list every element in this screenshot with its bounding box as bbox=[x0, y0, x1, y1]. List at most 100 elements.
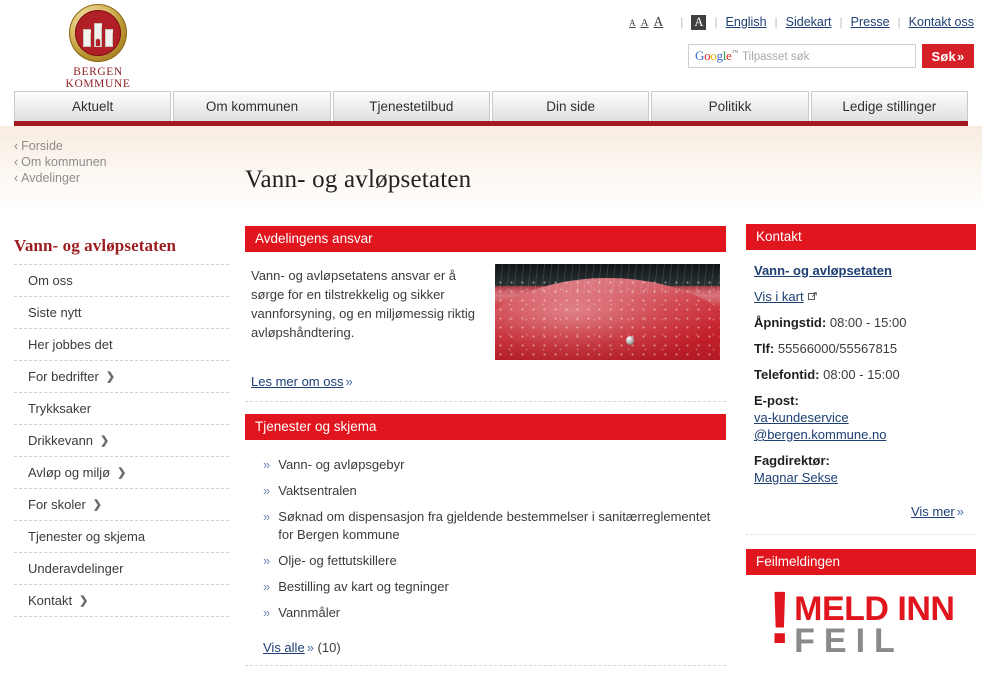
site-logo-text: BERGEN KOMMUNE bbox=[52, 66, 144, 92]
bergen-coat-of-arms-icon bbox=[69, 4, 127, 62]
sidebar-item-label: Kontakt bbox=[28, 593, 73, 608]
director-link[interactable]: Magnar Sekse bbox=[754, 470, 838, 485]
list-item[interactable]: » Vann- og avløpsgebyr bbox=[251, 452, 720, 478]
show-all-link[interactable]: Vis alle bbox=[263, 640, 305, 655]
red-umbrella-in-rain-photo bbox=[495, 264, 720, 360]
divider: | bbox=[839, 15, 843, 29]
divider: | bbox=[897, 15, 901, 29]
font-size-large-button[interactable]: A bbox=[654, 14, 664, 30]
report-error-banner[interactable]: ! MELD INN FEIL bbox=[746, 575, 976, 667]
sidebar-item-label: Drikkevann bbox=[28, 433, 94, 448]
double-chevron-right-icon: » bbox=[263, 579, 271, 594]
email-link-line2[interactable]: @bergen.kommune.no bbox=[754, 427, 886, 442]
nav-tab-ledige-stillinger[interactable]: Ledige stillinger bbox=[810, 91, 968, 121]
list-item[interactable]: » Vaktsentralen bbox=[251, 478, 720, 504]
show-more-row: Vis mer» bbox=[754, 495, 968, 526]
show-more-link[interactable]: Vis mer bbox=[911, 504, 955, 519]
phone: Tlf: 55566000/55567815 bbox=[754, 340, 968, 357]
sidebar-item-siste-nytt[interactable]: Siste nytt bbox=[14, 296, 229, 328]
right-sidebar: Kontakt Vann- og avløpsetaten Vis i kart… bbox=[746, 224, 976, 667]
director-block: Fagdirektør: Magnar Sekse bbox=[754, 452, 968, 486]
chevron-right-icon: ❯ bbox=[92, 499, 103, 511]
nav-tab-tjenestetilbud[interactable]: Tjenestetilbud bbox=[332, 91, 490, 121]
chevron-right-icon: ❯ bbox=[79, 595, 89, 607]
sidebar-item-tjenester-og-skjema[interactable]: Tjenester og skjema bbox=[14, 520, 229, 552]
chevron-left-icon: ‹ bbox=[14, 171, 19, 185]
show-on-map-link[interactable]: Vis i kart bbox=[754, 289, 804, 304]
phone-hours-value: 08:00 - 15:00 bbox=[823, 367, 900, 382]
sidebar-item-label: Trykksaker bbox=[28, 401, 92, 416]
service-label: Søknad om dispensasjon fra gjeldende bes… bbox=[278, 509, 711, 542]
phone-hours: Telefontid: 08:00 - 15:00 bbox=[754, 366, 968, 383]
sidebar-item-label: Om oss bbox=[28, 273, 73, 288]
email-block: E-post: va-kundeservice @bergen.kommune.… bbox=[754, 392, 968, 443]
font-size-small-button[interactable]: A bbox=[629, 18, 636, 28]
list-item[interactable]: » Olje- og fettutskillere bbox=[251, 548, 720, 574]
nav-tab-om-kommunen[interactable]: Om kommunen bbox=[173, 91, 331, 121]
sidebar-item-label: Underavdelinger bbox=[28, 561, 124, 576]
responsibility-panel: Avdelingens ansvar Vann- og avløpsetaten… bbox=[245, 226, 726, 402]
search-input[interactable] bbox=[688, 44, 916, 68]
breadcrumb-item-avdelinger[interactable]: ‹ Avdelinger bbox=[14, 170, 107, 186]
list-item[interactable]: » Søknad om dispensasjon fra gjeldende b… bbox=[251, 504, 720, 548]
search-area: Google™ Tilpasset søk Søk » bbox=[688, 44, 974, 68]
nav-tab-din-side[interactable]: Din side bbox=[491, 91, 650, 121]
sidebar-item-drikkevann[interactable]: Drikkevann ❯ bbox=[14, 424, 229, 456]
double-chevron-right-icon: » bbox=[345, 374, 353, 389]
double-chevron-right-icon: » bbox=[957, 48, 965, 64]
utility-link-presse[interactable]: Presse bbox=[851, 15, 890, 29]
font-size-controls: A A A bbox=[629, 14, 663, 30]
breadcrumb-item-forside[interactable]: ‹ Forside bbox=[14, 138, 107, 154]
main-navigation: Aktuelt Om kommunen Tjenestetilbud Din s… bbox=[14, 91, 968, 126]
high-contrast-button[interactable]: A bbox=[691, 14, 707, 30]
email-link-line1[interactable]: va-kundeservice bbox=[754, 410, 849, 425]
main-content: Avdelingens ansvar Vann- og avløpsetaten… bbox=[245, 226, 726, 678]
sidebar-item-for-skoler[interactable]: For skoler ❯ bbox=[14, 488, 229, 520]
opening-hours: Åpningstid: 08:00 - 15:00 bbox=[754, 314, 968, 331]
utility-link-sidekart[interactable]: Sidekart bbox=[786, 15, 832, 29]
contact-panel-heading: Kontakt bbox=[746, 224, 976, 250]
sidebar-item-avlop-og-miljo[interactable]: Avløp og miljø ❯ bbox=[14, 456, 229, 488]
utility-link-english[interactable]: English bbox=[726, 15, 767, 29]
read-more-link[interactable]: Les mer om oss bbox=[251, 374, 343, 389]
email-label: E-post: bbox=[754, 393, 799, 408]
phone-value: 55566000/55567815 bbox=[777, 341, 898, 356]
site-logo[interactable]: BERGEN KOMMUNE bbox=[52, 4, 144, 92]
utility-link-kontakt-oss[interactable]: Kontakt oss bbox=[909, 15, 974, 29]
title-band bbox=[0, 126, 982, 214]
list-item[interactable]: » Bestilling av kart og tegninger bbox=[251, 574, 720, 600]
service-label: Vannmåler bbox=[278, 605, 341, 620]
left-sidebar: Vann- og avløpsetaten Om oss Siste nytt … bbox=[14, 236, 229, 617]
feilmelding-panel: Feilmeldingen ! MELD INN FEIL bbox=[746, 549, 976, 667]
show-all-count: (10) bbox=[317, 640, 341, 655]
sidebar-item-kontakt[interactable]: Kontakt ❯ bbox=[14, 584, 229, 617]
sidebar-item-for-bedrifter[interactable]: For bedrifter ❯ bbox=[14, 360, 229, 392]
double-chevron-right-icon: » bbox=[956, 504, 964, 519]
sidebar-item-om-oss[interactable]: Om oss bbox=[14, 264, 229, 296]
feilmelding-panel-heading: Feilmeldingen bbox=[746, 549, 976, 575]
breadcrumb-item-om-kommunen[interactable]: ‹ Om kommunen bbox=[14, 154, 107, 170]
phone-hours-label: Telefontid: bbox=[754, 367, 820, 382]
list-item[interactable]: » Vannmåler bbox=[251, 600, 720, 626]
exclamation-mark-icon: ! bbox=[767, 576, 793, 659]
contact-org-link[interactable]: Vann- og avløpsetaten bbox=[754, 262, 892, 279]
sidebar-item-label: Siste nytt bbox=[28, 305, 82, 320]
utility-bar: A A A | A | English | Sidekart | Presse … bbox=[629, 14, 974, 30]
chevron-left-icon: ‹ bbox=[14, 139, 19, 153]
divider: | bbox=[714, 15, 718, 29]
sidebar-item-her-jobbes-det[interactable]: Her jobbes det bbox=[14, 328, 229, 360]
report-error-line2: FEIL bbox=[794, 622, 904, 660]
chevron-left-icon: ‹ bbox=[14, 155, 19, 169]
service-label: Vaktsentralen bbox=[278, 483, 357, 498]
nav-tab-politikk[interactable]: Politikk bbox=[651, 91, 809, 121]
font-size-medium-button[interactable]: A bbox=[641, 17, 649, 29]
nav-tab-aktuelt[interactable]: Aktuelt bbox=[14, 91, 172, 121]
sidebar-item-label: For skoler bbox=[28, 497, 86, 512]
search-button[interactable]: Søk » bbox=[922, 44, 974, 68]
double-chevron-right-icon: » bbox=[263, 483, 271, 498]
sidebar-heading: Vann- og avløpsetaten bbox=[14, 236, 177, 255]
sidebar-item-underavdelinger[interactable]: Underavdelinger bbox=[14, 552, 229, 584]
contact-panel: Kontakt Vann- og avløpsetaten Vis i kart… bbox=[746, 224, 976, 535]
sidebar-item-trykksaker[interactable]: Trykksaker bbox=[14, 392, 229, 424]
opening-hours-value: 08:00 - 15:00 bbox=[829, 315, 907, 330]
